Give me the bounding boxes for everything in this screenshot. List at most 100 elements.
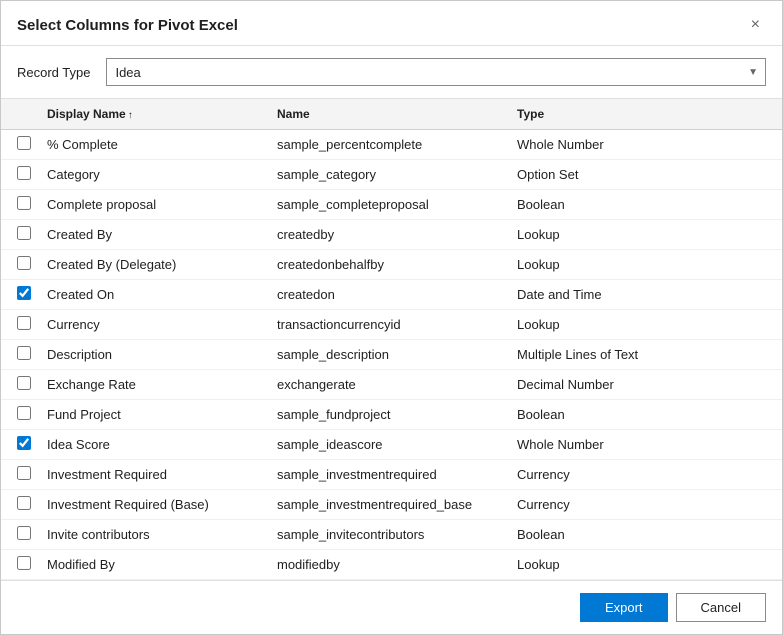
- row-display-name: Created On: [39, 280, 269, 310]
- row-display-name: Investment Required (Base): [39, 490, 269, 520]
- table-row: Descriptionsample_descriptionMultiple Li…: [1, 340, 782, 370]
- row-type: Lookup: [509, 250, 782, 280]
- row-display-name: % Complete: [39, 130, 269, 160]
- row-checkbox[interactable]: [17, 316, 31, 330]
- type-column-header[interactable]: Type: [509, 99, 782, 130]
- row-checkbox-cell[interactable]: [1, 340, 39, 370]
- row-checkbox-cell[interactable]: [1, 250, 39, 280]
- row-checkbox[interactable]: [17, 526, 31, 540]
- display-name-column-header[interactable]: Display Name↑: [39, 99, 269, 130]
- row-display-name: Description: [39, 340, 269, 370]
- table-row: Fund Projectsample_fundprojectBoolean: [1, 400, 782, 430]
- row-checkbox[interactable]: [17, 166, 31, 180]
- sort-indicator: ↑: [128, 110, 133, 121]
- dialog: Select Columns for Pivot Excel × Record …: [0, 0, 783, 635]
- checkbox-column-header: [1, 99, 39, 130]
- row-name: sample_invitecontributors: [269, 520, 509, 550]
- row-name: sample_investmentrequired: [269, 460, 509, 490]
- row-checkbox[interactable]: [17, 496, 31, 510]
- row-type: Whole Number: [509, 130, 782, 160]
- row-checkbox[interactable]: [17, 466, 31, 480]
- cancel-button[interactable]: Cancel: [676, 593, 766, 622]
- row-display-name: Created By: [39, 220, 269, 250]
- row-checkbox[interactable]: [17, 346, 31, 360]
- row-checkbox[interactable]: [17, 226, 31, 240]
- row-checkbox-cell[interactable]: [1, 310, 39, 340]
- row-type: Lookup: [509, 310, 782, 340]
- row-type: Boolean: [509, 190, 782, 220]
- row-checkbox[interactable]: [17, 556, 31, 570]
- table-row: Categorysample_categoryOption Set: [1, 160, 782, 190]
- row-display-name: Investment Required: [39, 460, 269, 490]
- table-row: Idea Scoresample_ideascoreWhole Number: [1, 430, 782, 460]
- row-name: createdby: [269, 220, 509, 250]
- row-checkbox-cell[interactable]: [1, 550, 39, 580]
- row-type: Lookup: [509, 550, 782, 580]
- table-row: Exchange RateexchangerateDecimal Number: [1, 370, 782, 400]
- name-column-header[interactable]: Name: [269, 99, 509, 130]
- table-row: Investment Required (Base)sample_investm…: [1, 490, 782, 520]
- row-name: sample_category: [269, 160, 509, 190]
- table-row: Created By (Delegate)createdonbehalfbyLo…: [1, 250, 782, 280]
- row-checkbox[interactable]: [17, 436, 31, 450]
- row-display-name: Category: [39, 160, 269, 190]
- table-row: Modified BymodifiedbyLookup: [1, 550, 782, 580]
- row-checkbox[interactable]: [17, 406, 31, 420]
- row-checkbox-cell[interactable]: [1, 370, 39, 400]
- row-type: Boolean: [509, 520, 782, 550]
- record-type-row: Record Type Idea ▼: [1, 46, 782, 98]
- row-name: createdonbehalfby: [269, 250, 509, 280]
- row-display-name: Fund Project: [39, 400, 269, 430]
- row-display-name: Invite contributors: [39, 520, 269, 550]
- row-type: Currency: [509, 460, 782, 490]
- table-container[interactable]: Display Name↑ Name Type % Completesample…: [1, 98, 782, 581]
- row-display-name: Idea Score: [39, 430, 269, 460]
- row-name: createdon: [269, 280, 509, 310]
- row-name: sample_completeproposal: [269, 190, 509, 220]
- row-name: sample_fundproject: [269, 400, 509, 430]
- row-display-name: Complete proposal: [39, 190, 269, 220]
- row-checkbox-cell[interactable]: [1, 130, 39, 160]
- row-checkbox-cell[interactable]: [1, 490, 39, 520]
- row-name: sample_description: [269, 340, 509, 370]
- row-checkbox-cell[interactable]: [1, 160, 39, 190]
- export-button[interactable]: Export: [580, 593, 668, 622]
- row-type: Decimal Number: [509, 370, 782, 400]
- row-checkbox-cell[interactable]: [1, 400, 39, 430]
- row-name: sample_ideascore: [269, 430, 509, 460]
- row-type: Currency: [509, 490, 782, 520]
- title-bar: Select Columns for Pivot Excel ×: [1, 1, 782, 46]
- record-type-label: Record Type: [17, 65, 90, 80]
- row-checkbox[interactable]: [17, 136, 31, 150]
- row-checkbox-cell[interactable]: [1, 280, 39, 310]
- table-body: % Completesample_percentcompleteWhole Nu…: [1, 130, 782, 580]
- dialog-title: Select Columns for Pivot Excel: [17, 17, 238, 34]
- table-row: % Completesample_percentcompleteWhole Nu…: [1, 130, 782, 160]
- row-type: Whole Number: [509, 430, 782, 460]
- row-display-name: Exchange Rate: [39, 370, 269, 400]
- row-checkbox-cell[interactable]: [1, 520, 39, 550]
- table-row: Invite contributorssample_invitecontribu…: [1, 520, 782, 550]
- table-row: Created OncreatedonDate and Time: [1, 280, 782, 310]
- row-checkbox[interactable]: [17, 256, 31, 270]
- row-type: Date and Time: [509, 280, 782, 310]
- close-button[interactable]: ×: [745, 15, 766, 35]
- row-name: sample_investmentrequired_base: [269, 490, 509, 520]
- record-type-select[interactable]: Idea: [106, 58, 766, 86]
- row-checkbox[interactable]: [17, 376, 31, 390]
- row-display-name: Created By (Delegate): [39, 250, 269, 280]
- row-type: Option Set: [509, 160, 782, 190]
- row-type: Boolean: [509, 400, 782, 430]
- row-checkbox-cell[interactable]: [1, 220, 39, 250]
- row-checkbox[interactable]: [17, 286, 31, 300]
- footer: Export Cancel: [1, 581, 782, 634]
- row-checkbox[interactable]: [17, 196, 31, 210]
- table-row: Investment Requiredsample_investmentrequ…: [1, 460, 782, 490]
- row-checkbox-cell[interactable]: [1, 430, 39, 460]
- row-checkbox-cell[interactable]: [1, 460, 39, 490]
- row-type: Multiple Lines of Text: [509, 340, 782, 370]
- row-checkbox-cell[interactable]: [1, 190, 39, 220]
- row-display-name: Modified By: [39, 550, 269, 580]
- record-type-select-wrapper: Idea ▼: [106, 58, 766, 86]
- row-name: transactioncurrencyid: [269, 310, 509, 340]
